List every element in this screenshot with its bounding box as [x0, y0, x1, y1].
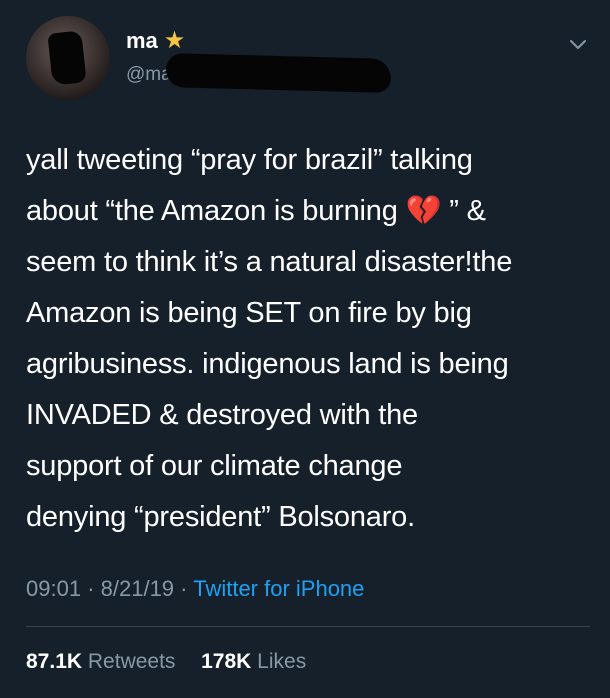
- likes-stat[interactable]: 178K Likes: [201, 650, 306, 673]
- divider: [26, 626, 590, 627]
- tweet-line-2-text: about “the Amazon is burning: [26, 195, 398, 227]
- retweets-stat[interactable]: 87.1K Retweets: [26, 650, 181, 673]
- retweets-label: Retweets: [87, 650, 176, 673]
- tweet-line-7: support of our climate change: [26, 450, 403, 482]
- tweet-line-3: seem to think it’s a natural disaster!th…: [26, 246, 513, 278]
- tweet-line-4: Amazon is being SET on fire by big: [26, 297, 472, 329]
- handle-censor-scribble: [165, 53, 392, 93]
- avatar[interactable]: [26, 16, 110, 100]
- tweet-meta: 09:01 · 8/21/19 · Twitter for iPhone: [26, 574, 364, 604]
- tweet-line-2: about “the Amazon is burning 💔 ” &: [26, 186, 586, 237]
- tweet-line-5: agribusiness. indigenous land is being: [26, 348, 509, 380]
- tweet-header: ma ★ @ma: [26, 16, 590, 104]
- tweet-card: ma ★ @ma yall tweeting “pray for brazil”…: [0, 0, 610, 698]
- tweet-line-6: INVADED & destroyed with the: [26, 399, 418, 431]
- tweet-stats: 87.1K Retweets 178K Likes: [26, 648, 306, 676]
- meta-separator-2: ·: [180, 576, 188, 601]
- star-icon: ★: [163, 27, 186, 54]
- tweet-source-link[interactable]: Twitter for iPhone: [193, 576, 364, 601]
- avatar-censor-mark: [47, 30, 87, 86]
- tweet-date: 8/21/19: [100, 576, 175, 601]
- tweet-line-2-suffix: ” &: [441, 195, 486, 227]
- tweet-line-8: denying “president” Bolsonaro.: [26, 501, 415, 533]
- tweet-time: 09:01: [26, 576, 82, 601]
- tweet-text: yall tweeting “pray for brazil” talking …: [26, 135, 586, 543]
- display-name[interactable]: ma ★: [126, 28, 185, 54]
- retweets-count: 87.1K: [26, 650, 83, 673]
- user-handle[interactable]: @ma: [126, 64, 172, 86]
- chevron-down-icon[interactable]: [568, 34, 588, 54]
- meta-separator-1: ·: [87, 576, 95, 601]
- display-name-text: ma: [126, 28, 158, 53]
- likes-count: 178K: [201, 650, 252, 673]
- tweet-line-1: yall tweeting “pray for brazil” talking: [26, 144, 473, 176]
- likes-label: Likes: [257, 650, 307, 673]
- broken-heart-icon: 💔: [405, 195, 442, 227]
